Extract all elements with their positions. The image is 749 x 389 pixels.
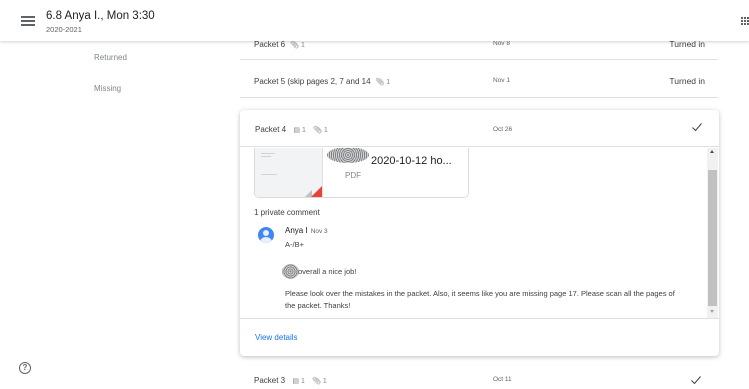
avatar	[258, 227, 274, 243]
pdf-thumbnail	[255, 148, 323, 197]
view-details-link[interactable]: View details	[255, 333, 298, 342]
row-title: Packet 6 📎︎ 1	[254, 40, 305, 49]
attachment-file-name: 2020-10-12 ho...	[371, 155, 452, 167]
redacted-scribble	[282, 264, 299, 279]
paperclip-icon: 📎︎ 1	[375, 79, 391, 86]
scroll-up-arrow-icon[interactable]	[710, 150, 714, 153]
card-scroll-area[interactable]: 2020-10-12 ho... PDF 1 private comment A…	[240, 148, 719, 318]
row-date: Oct 11	[493, 376, 512, 383]
private-comments-label: 1 private comment	[254, 208, 320, 217]
scrollbar-thumb[interactable]	[708, 170, 717, 306]
help-icon[interactable]: ?	[19, 362, 31, 374]
comment-date: Nov 3	[310, 228, 328, 235]
menu-icon[interactable]	[21, 16, 35, 26]
nav-missing[interactable]: Missing	[94, 84, 121, 93]
row-title: Packet 5 (skip pages 2, 7 and 14 📎︎ 1	[254, 77, 391, 86]
assignment-card-packet-4: Packet 4 ▤ 1 📎︎ 1 Oct 26 2020-10-12 ho..…	[240, 110, 719, 356]
paperclip-icon: 📎︎ 1	[290, 42, 305, 49]
comment-line-1: overall a nice job!	[298, 267, 357, 276]
card-date: Oct 26	[493, 126, 513, 133]
card-footer: View details	[240, 318, 719, 356]
comment-body: Please look over the mistakes in the pac…	[285, 289, 675, 310]
checkmark-icon	[692, 123, 702, 132]
row-date: Nov 1	[493, 77, 510, 84]
checkmark-icon	[691, 376, 701, 385]
comment-author: Anya I Nov 3	[285, 226, 328, 235]
assignment-row-packet-3[interactable]: Packet 3 ▤ 1 📎︎ 1 Oct 11	[240, 366, 718, 389]
comment-grade: A-/B+	[285, 240, 304, 249]
row-status: Turned in	[669, 76, 705, 86]
scroll-down-arrow-icon[interactable]	[710, 310, 714, 313]
attachment-file-type: PDF	[345, 171, 361, 180]
app-header: 6.8 Anya I., Mon 3:30 2020-2021	[0, 0, 749, 41]
comment-icon: ▤ 1	[293, 127, 306, 134]
card-title: Packet 4 ▤ 1 📎︎ 1	[255, 125, 328, 134]
row-title: Packet 3 ▤ 1 📎︎ 1	[254, 376, 327, 385]
paperclip-icon: 📎︎ 1	[313, 127, 328, 134]
redacted-scribble	[327, 148, 369, 163]
nav-returned[interactable]: Returned	[94, 53, 127, 62]
apps-grid-icon[interactable]	[741, 17, 749, 25]
comment-icon: ▤ 1	[292, 378, 305, 385]
card-header[interactable]: Packet 4 ▤ 1 📎︎ 1 Oct 26	[240, 110, 719, 147]
assignment-row-packet-5[interactable]: Packet 5 (skip pages 2, 7 and 14 📎︎ 1 Nov…	[240, 67, 718, 98]
row-date: Nov 8	[493, 40, 510, 47]
class-subtitle: 2020-2021	[46, 25, 82, 34]
attachment-file[interactable]: 2020-10-12 ho... PDF	[254, 148, 469, 198]
class-title[interactable]: 6.8 Anya I., Mon 3:30	[46, 10, 155, 22]
paperclip-icon: 📎︎ 1	[312, 378, 327, 385]
